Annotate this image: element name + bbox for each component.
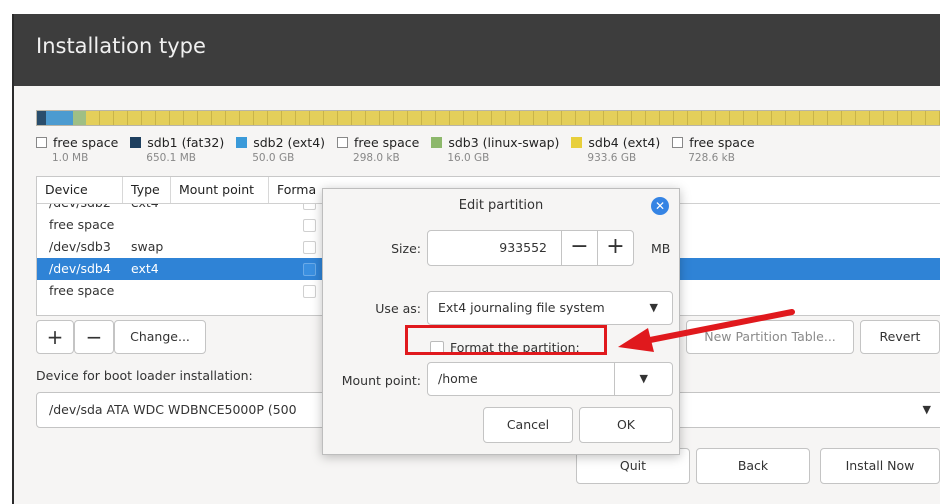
- legend-size: 650.1 MB: [146, 152, 196, 164]
- ok-button[interactable]: OK: [579, 407, 673, 443]
- legend-swatch: [431, 137, 443, 148]
- size-increase-button[interactable]: +: [597, 230, 634, 266]
- legend-size: 933.6 GB: [587, 152, 637, 164]
- install-now-button[interactable]: Install Now: [820, 448, 940, 484]
- legend-swatch: [36, 137, 47, 148]
- device-cell: /dev/sdb3: [49, 239, 111, 254]
- legend-swatch: [130, 137, 142, 148]
- annotation-arrow-head: [618, 328, 654, 352]
- legend-name: free space: [354, 135, 420, 150]
- legend-swatch: [571, 137, 583, 148]
- device-cell: free space: [49, 283, 115, 298]
- boot-loader-label: Device for boot loader installation:: [36, 368, 253, 383]
- size-decrease-button[interactable]: −: [561, 230, 598, 266]
- mount-point-input[interactable]: /home: [427, 362, 615, 396]
- change-partition-button[interactable]: Change...: [114, 320, 206, 354]
- partition-bar-sdb4: [86, 111, 940, 125]
- device-cell: /dev/sdb4: [49, 261, 111, 276]
- legend-item: sdb3 (linux-swap) 16.0 GB: [431, 135, 559, 164]
- legend-name: sdb2 (ext4): [253, 135, 326, 150]
- partition-bar-sdb2: [46, 111, 74, 125]
- column-mount-point[interactable]: Mount point: [171, 177, 269, 203]
- size-label: Size:: [391, 241, 421, 256]
- legend-entry: sdb2 (ext4): [236, 135, 325, 150]
- legend-swatch: [337, 137, 349, 148]
- format-checkbox[interactable]: [303, 219, 316, 232]
- legend-size: 1.0 MB: [52, 152, 89, 164]
- remove-partition-button[interactable]: −: [74, 320, 114, 354]
- boot-loader-device-value: /dev/sda ATA WDC WDBNCE5000P (500: [49, 402, 297, 417]
- format-checkbox[interactable]: [303, 285, 316, 298]
- type-cell: swap: [131, 239, 164, 254]
- legend-item: free space 1.0 MB: [36, 135, 118, 164]
- column-type[interactable]: Type: [123, 177, 171, 203]
- legend-entry: free space: [36, 135, 118, 150]
- legend-item: sdb4 (ext4) 933.6 GB: [571, 135, 660, 164]
- annotation-arrow-icon: [618, 309, 795, 352]
- size-input[interactable]: 933552: [427, 230, 562, 266]
- revert-button[interactable]: Revert: [860, 320, 940, 354]
- column-format[interactable]: Forma: [269, 177, 329, 203]
- type-cell: ext4: [131, 261, 159, 276]
- legend-name: free space: [53, 135, 119, 150]
- legend-item: sdb1 (fat32) 650.1 MB: [130, 135, 224, 164]
- annotation-arrow-shaft: [637, 309, 795, 345]
- mount-point-label: Mount point:: [341, 373, 421, 388]
- partition-bar-sdb1: [37, 111, 47, 125]
- legend-name: sdb3 (linux-swap): [448, 135, 560, 150]
- column-device[interactable]: Device: [37, 177, 123, 203]
- use-as-label: Use as:: [375, 301, 421, 316]
- mount-point-dropdown-button[interactable]: ▼: [614, 362, 673, 396]
- device-cell: free space: [49, 217, 115, 232]
- type-cell: ext4: [131, 204, 159, 214]
- legend-size: 16.0 GB: [447, 152, 490, 164]
- legend-item: sdb2 (ext4) 50.0 GB: [236, 135, 325, 164]
- size-unit: MB: [651, 241, 671, 256]
- back-button[interactable]: Back: [696, 448, 810, 484]
- partition-legend: free space 1.0 MB sdb1 (fat32) 650.1 MB sdb2…: [36, 135, 767, 164]
- legend-entry: sdb4 (ext4): [571, 135, 660, 150]
- legend-size: 728.6 kB: [688, 152, 735, 164]
- cancel-button[interactable]: Cancel: [483, 407, 573, 443]
- page-title: Installation type: [36, 34, 206, 58]
- title-bar: Installation type: [14, 14, 940, 86]
- dialog-title: Edit partition: [458, 198, 544, 213]
- close-icon[interactable]: ✕: [651, 197, 669, 215]
- legend-swatch: [236, 137, 248, 148]
- legend-name: free space: [689, 135, 755, 150]
- legend-entry: sdb3 (linux-swap): [431, 135, 559, 150]
- dropdown-arrow-icon: ▼: [639, 372, 648, 385]
- legend-entry: free space: [337, 135, 419, 150]
- legend-name: sdb4 (ext4): [588, 135, 661, 150]
- legend-swatch: [672, 137, 684, 148]
- dropdown-arrow-icon: ▼: [922, 403, 931, 416]
- partition-bar-sdb3: [73, 111, 87, 125]
- partition-bar: [36, 110, 940, 126]
- legend-item: free space 728.6 kB: [672, 135, 755, 164]
- add-partition-button[interactable]: +: [36, 320, 74, 354]
- legend-item: free space 298.0 kB: [337, 135, 419, 164]
- device-cell: /dev/sdb2: [49, 204, 111, 214]
- legend-entry: sdb1 (fat32): [130, 135, 224, 150]
- format-highlight-box: [405, 325, 607, 355]
- legend-size: 298.0 kB: [353, 152, 400, 164]
- format-checkbox[interactable]: [303, 241, 316, 254]
- legend-name: sdb1 (fat32): [147, 135, 225, 150]
- legend-entry: free space: [672, 135, 755, 150]
- use-as-value: Ext4 journaling file system: [438, 300, 605, 315]
- format-checkbox[interactable]: [303, 204, 316, 210]
- legend-size: 50.0 GB: [252, 152, 295, 164]
- format-checkbox[interactable]: [303, 263, 316, 276]
